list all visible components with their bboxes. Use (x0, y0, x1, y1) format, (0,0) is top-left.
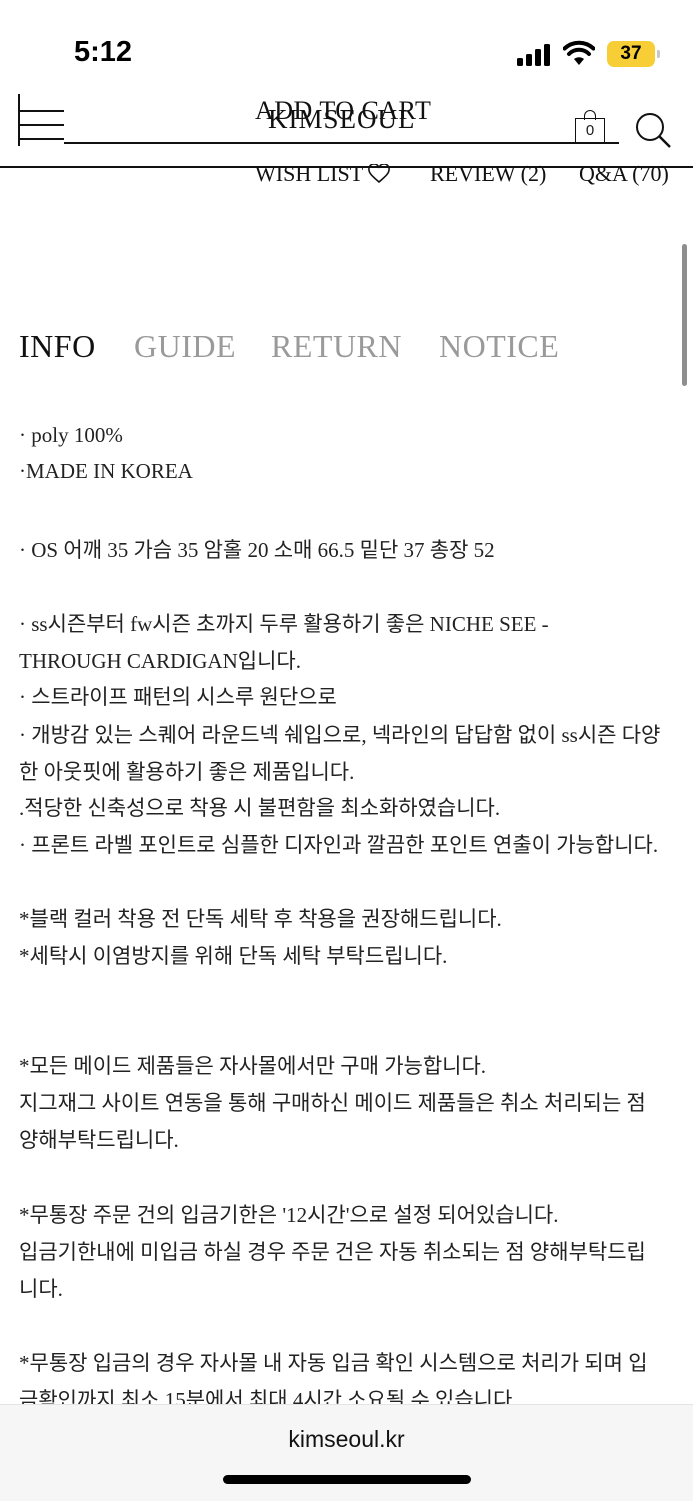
site-logo[interactable]: KIMSEOUL (268, 104, 416, 135)
status-time: 5:12 (74, 36, 133, 68)
wifi-icon (563, 40, 595, 65)
info-line: 지그재그 사이트 연동을 통해 구매하신 메이드 제품들은 취소 처리되는 점 (19, 1091, 646, 1115)
info-line: *세탁시 이염방지를 위해 단독 세탁 부탁드립니다. (19, 944, 448, 968)
info-line: · OS 어깨 35 가슴 35 암홀 20 소매 66.5 밑단 37 총장 … (19, 538, 495, 562)
wish-list-link[interactable]: WISH LIST (255, 161, 391, 187)
tab-guide[interactable]: GUIDE (134, 328, 236, 365)
wish-list-label: WISH LIST (255, 161, 363, 186)
header-divider (64, 142, 619, 144)
url-bar[interactable]: kimseoul.kr (0, 1426, 693, 1453)
info-line: · 프론트 라벨 포인트로 심플한 디자인과 깔끔한 포인트 연출이 가능합니다… (19, 833, 659, 857)
info-line: ·MADE IN KOREA (19, 459, 193, 483)
info-line: *모든 메이드 제품들은 자사몰에서만 구매 가능합니다. (19, 1054, 487, 1078)
info-line: *무통장 주문 건의 입금기한은 '12시간'으로 설정 되어있습니다. (19, 1203, 559, 1227)
cart-icon[interactable]: 0 (575, 110, 607, 144)
qa-link[interactable]: Q&A (70) (579, 161, 669, 187)
info-line: THROUGH CARDIGAN입니다. (19, 649, 301, 673)
info-line: · 스트라이프 패턴의 시스루 원단으로 (19, 685, 337, 709)
info-line: *무통장 입금의 경우 자사몰 내 자동 입금 확인 시스템으로 처리가 되며 … (19, 1351, 648, 1375)
review-link[interactable]: REVIEW (2) (430, 161, 546, 187)
cellular-signal-icon (517, 44, 553, 66)
info-line: · poly 100% (19, 423, 123, 447)
tab-notice[interactable]: NOTICE (439, 328, 559, 365)
tab-return[interactable]: RETURN (271, 328, 402, 365)
home-indicator[interactable] (223, 1475, 471, 1484)
info-line: · ss시즌부터 fw시즌 초까지 두루 활용하기 좋은 NICHE SEE - (19, 612, 549, 636)
cart-count: 0 (575, 118, 605, 144)
info-line: · 개방감 있는 스퀘어 라운드넥 쉐입으로, 넥라인의 답답함 없이 ss시즌… (19, 723, 661, 747)
info-line: *블랙 컬러 착용 전 단독 세탁 후 착용을 권장해드립니다. (19, 907, 502, 931)
info-line: 양해부탁드립니다. (19, 1128, 179, 1152)
info-line: .적당한 신축성으로 착용 시 불편함을 최소화하였습니다. (19, 796, 501, 820)
info-line: 입금기한내에 미입금 하실 경우 주문 건은 자동 취소되는 점 양해부탁드립 (19, 1240, 646, 1264)
scrollbar[interactable] (682, 244, 687, 386)
battery-indicator: 37 (607, 41, 660, 67)
menu-icon[interactable] (20, 104, 64, 144)
tab-info[interactable]: INFO (19, 328, 96, 365)
heart-icon (368, 163, 391, 184)
search-icon[interactable] (634, 110, 672, 148)
info-line: 니다. (19, 1277, 63, 1301)
info-line: 한 아웃핏에 활용하기 좋은 제품입니다. (19, 760, 355, 784)
